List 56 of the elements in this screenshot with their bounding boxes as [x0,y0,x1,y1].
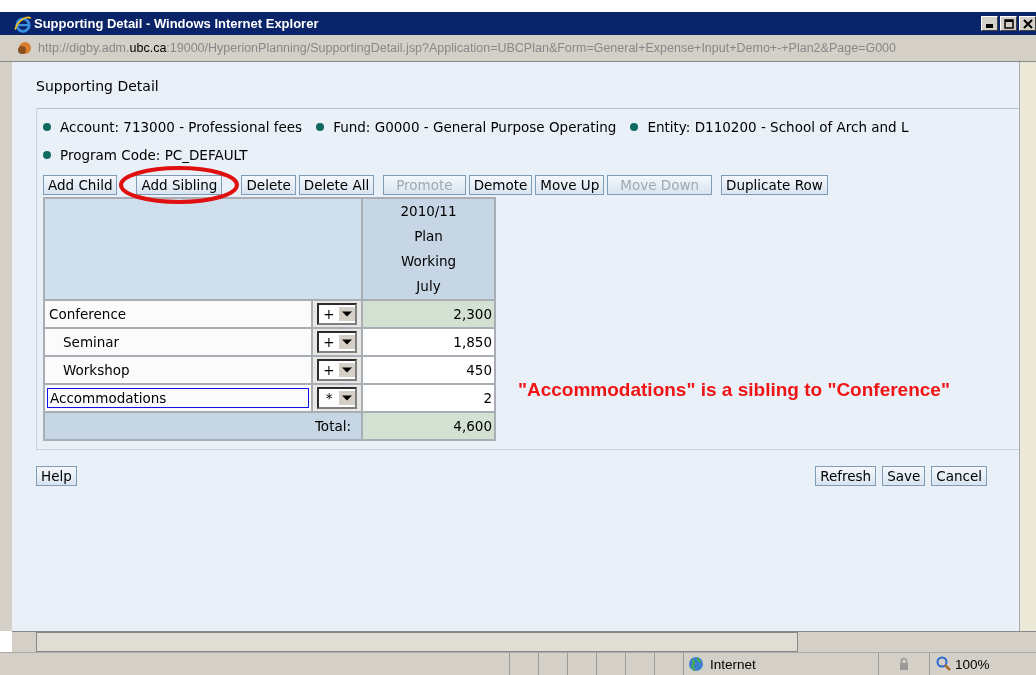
zone-label: Internet [710,656,756,672]
caret-icon [339,307,355,321]
row-label-input[interactable]: Accommodations [47,388,309,408]
close-button[interactable] [1019,16,1036,31]
caret-icon [339,363,355,377]
operator-dropdown[interactable]: * [317,387,357,409]
row-label: Conference [48,305,128,324]
value-cell[interactable]: 450 [362,356,495,384]
vertical-scrollbar[interactable] [1019,62,1036,631]
dimension-label: Program Code: PC_DEFAULT [60,146,248,165]
minimize-button[interactable] [981,16,998,31]
toolbar-button[interactable]: Duplicate Row [721,175,828,195]
maximize-icon [1003,18,1014,29]
annotation-text: "Accommodations" is a sibling to "Conference" [518,379,950,401]
zoom-icon [936,656,952,672]
caret-icon [339,391,355,405]
page-icon [16,40,32,56]
operator-dropdown[interactable]: + [317,331,357,353]
bullet-icon [43,123,51,131]
footer-button[interactable]: Save [882,466,926,486]
horizontal-scrollbar[interactable] [12,631,1036,652]
toolbar-button[interactable]: Move Up [535,175,605,195]
toolbar-button[interactable]: Add Child [43,175,118,195]
browser-logo-icon [14,14,32,33]
globe-icon [688,656,704,672]
maximize-button[interactable] [1000,16,1017,31]
dimension-label: Fund: G0000 - General Purpose Operating [333,118,617,137]
window-title: Supporting Detail - Windows Internet Explorer [34,16,319,31]
footer-button[interactable]: Help [36,466,77,486]
operator-dropdown[interactable]: + [317,359,357,381]
toolbar-button[interactable]: Delete [241,175,296,195]
address-bar[interactable]: http://digby.adm.ubc.ca:19000/HyperionPlanning/SupportingDetail.jsp?Application=UBCPlan&Form=General+Expense+Input+Demo+-+Plan2&Page=G000 [0,35,1036,62]
footer-button[interactable]: Cancel [931,466,987,486]
page-heading: Supporting Detail [36,78,160,94]
footer-button[interactable]: Refresh [815,466,877,486]
dimension-label: Account: 713000 - Professional fees [60,118,303,137]
row-label: Seminar [62,333,121,352]
bullet-icon [316,123,325,131]
value-cell[interactable]: 2 [362,384,495,412]
total-label: Total: [44,412,362,440]
url-text: http://digby.adm.ubc.ca:19000/HyperionPlanning/SupportingDetail.jsp?Application=UBCPlan&Form=General+Expense+Input+Demo+-+Plan2&Page=G000 [38,41,896,55]
zoom-level[interactable]: 100% [955,656,990,672]
caret-icon [339,335,355,349]
toolbar-button[interactable]: Delete All [298,175,375,195]
toolbar-button[interactable]: Add Sibling [136,175,223,195]
row-label: Workshop [62,361,131,380]
toolbar-button[interactable]: Demote [468,175,533,195]
value-cell[interactable]: 2,300 [362,300,495,328]
dimension-label: Entity: D110200 - School of Arch and L [647,118,909,137]
value-cell[interactable]: 1,850 [362,328,495,356]
total-value: 4,600 [362,412,495,440]
bullet-icon [630,123,639,131]
close-icon [1022,18,1033,29]
operator-dropdown[interactable]: + [317,303,357,325]
column-header: 2010/11 Plan Working July [362,198,495,300]
bullet-icon [43,151,51,159]
